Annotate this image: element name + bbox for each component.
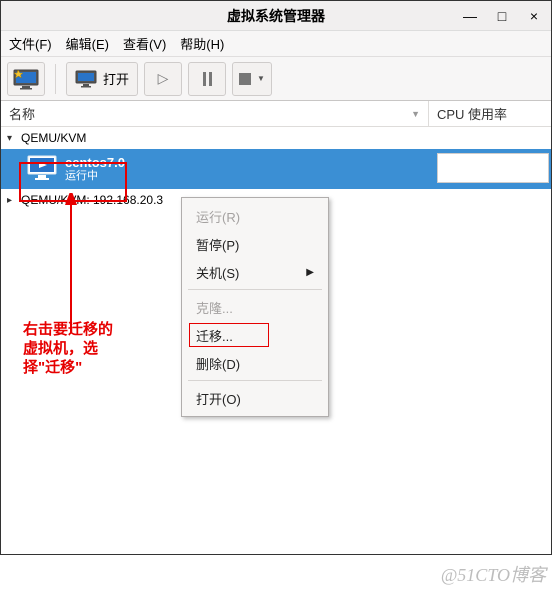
vm-row-selected[interactable]: centos7.0 运行中	[1, 149, 551, 189]
host-label-2: QEMU/KVM: 192.168.20.3	[21, 193, 163, 207]
ctx-migrate-label: 迁移...	[196, 326, 233, 345]
column-name[interactable]: 名称 ▼	[1, 101, 429, 126]
close-button[interactable]: ×	[523, 8, 545, 24]
menubar: 文件(F) 编辑(E) 查看(V) 帮助(H)	[1, 31, 551, 57]
ctx-run-label: 运行(R)	[196, 207, 240, 226]
expander-icon-2: ▸	[7, 195, 17, 206]
ctx-pause[interactable]: 暂停(P)	[182, 230, 328, 258]
expander-icon: ▾	[7, 133, 17, 144]
ctx-clone-label: 克隆...	[196, 298, 233, 317]
annotation-text: 右击要迁移的虚拟机，选择"迁移"	[23, 321, 113, 377]
chevron-down-icon: ▼	[257, 74, 265, 83]
menu-view[interactable]: 查看(V)	[123, 34, 166, 53]
ctx-shutdown-label: 关机(S)	[196, 263, 239, 282]
menu-edit[interactable]: 编辑(E)	[66, 34, 109, 53]
column-cpu[interactable]: CPU 使用率	[429, 101, 551, 126]
ctx-open[interactable]: 打开(O)	[182, 384, 328, 412]
column-cpu-label: CPU 使用率	[437, 104, 507, 123]
column-header: 名称 ▼ CPU 使用率	[1, 101, 551, 127]
host-label: QEMU/KVM	[21, 131, 86, 145]
cpu-usage-cell	[437, 153, 549, 183]
open-button-label: 打开	[103, 69, 129, 88]
minimize-button[interactable]: —	[459, 8, 481, 24]
sort-arrow-icon: ▼	[411, 109, 420, 119]
toolbar-separator	[55, 64, 56, 94]
vm-status: 运行中	[65, 170, 125, 183]
host-row[interactable]: ▾ QEMU/KVM	[1, 127, 551, 149]
vm-text: centos7.0 运行中	[65, 155, 125, 184]
ctx-open-label: 打开(O)	[196, 389, 241, 408]
monitor-star-icon	[13, 68, 39, 90]
play-button[interactable]: ▷	[144, 62, 182, 96]
ctx-separator-1	[188, 289, 322, 290]
chevron-right-icon: ▶	[306, 267, 314, 278]
toolbar: 打开 ▷ ▼	[1, 57, 551, 101]
stop-button[interactable]: ▼	[232, 62, 272, 96]
ctx-migrate[interactable]: 迁移...	[182, 321, 328, 349]
pause-button[interactable]	[188, 62, 226, 96]
ctx-separator-2	[188, 380, 322, 381]
menu-help[interactable]: 帮助(H)	[180, 34, 224, 53]
context-menu: 运行(R) 暂停(P) 关机(S) ▶ 克隆... 迁移... 删除(D) 打开…	[181, 197, 329, 417]
ctx-clone[interactable]: 克隆...	[182, 293, 328, 321]
pause-icon	[203, 72, 212, 86]
stop-icon	[239, 73, 251, 85]
ctx-delete[interactable]: 删除(D)	[182, 349, 328, 377]
window-title: 虚拟系统管理器	[227, 6, 325, 26]
ctx-delete-label: 删除(D)	[196, 354, 240, 373]
watermark: @51CTO博客	[441, 561, 546, 587]
new-vm-button[interactable]	[7, 62, 45, 96]
titlebar: 虚拟系统管理器 — □ ×	[1, 1, 551, 31]
ctx-run[interactable]: 运行(R)	[182, 202, 328, 230]
ctx-pause-label: 暂停(P)	[196, 235, 239, 254]
menu-file[interactable]: 文件(F)	[9, 34, 52, 53]
app-window: 虚拟系统管理器 — □ × 文件(F) 编辑(E) 查看(V) 帮助(H)	[0, 0, 552, 555]
vm-monitor-icon	[27, 155, 57, 184]
play-icon: ▷	[158, 70, 169, 87]
ctx-shutdown[interactable]: 关机(S) ▶	[182, 258, 328, 286]
open-button[interactable]: 打开	[66, 62, 138, 96]
maximize-button[interactable]: □	[491, 8, 513, 24]
column-name-label: 名称	[9, 104, 35, 123]
window-controls: — □ ×	[459, 1, 545, 31]
vm-name: centos7.0	[65, 155, 125, 171]
monitor-icon	[75, 70, 97, 88]
